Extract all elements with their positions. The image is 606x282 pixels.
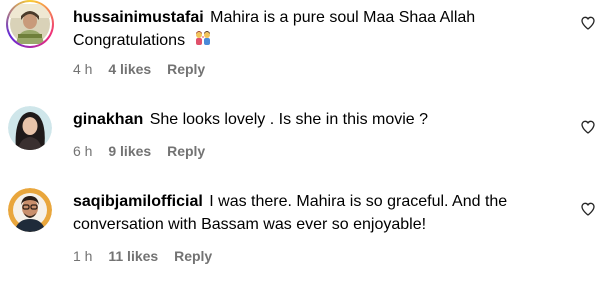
comment-body: hussainimustafai Mahira is a pure soul M… <box>73 6 573 52</box>
heart-outline-icon[interactable] <box>580 15 596 31</box>
comment-item: saqibjamilofficial I was there. Mahira i… <box>0 184 606 282</box>
avatar[interactable] <box>8 188 52 232</box>
comment-username[interactable]: hussainimustafai <box>73 9 204 26</box>
comment-body: saqibjamilofficial I was there. Mahira i… <box>73 190 573 236</box>
comment-time: 1 h <box>73 248 93 264</box>
reply-button[interactable]: Reply <box>174 248 212 264</box>
avatar-image <box>8 188 52 232</box>
reply-button[interactable]: Reply <box>167 61 205 77</box>
avatar[interactable] <box>8 106 52 150</box>
couple-emoji-icon <box>194 29 212 52</box>
comment-meta: 4 h 4 likes Reply <box>73 60 217 78</box>
reply-button[interactable]: Reply <box>167 143 205 159</box>
comment-meta: 6 h 9 likes Reply <box>73 142 217 160</box>
comment-time: 4 h <box>73 61 93 77</box>
comment-text: She looks lovely . Is she in this movie … <box>149 111 429 128</box>
avatar-story-ring[interactable] <box>6 0 54 48</box>
comment-body: ginakhan She looks lovely . Is she in th… <box>73 108 573 131</box>
avatar <box>8 2 52 46</box>
comment-username[interactable]: ginakhan <box>73 111 143 128</box>
avatar-image <box>8 106 52 150</box>
comment-likes[interactable]: 4 likes <box>108 61 151 77</box>
comment-username[interactable]: saqibjamilofficial <box>73 193 203 210</box>
comment-item: hussainimustafai Mahira is a pure soul M… <box>0 0 606 90</box>
comment-item: ginakhan She looks lovely . Is she in th… <box>0 100 606 170</box>
avatar-image <box>10 4 50 44</box>
heart-outline-icon[interactable] <box>580 119 596 135</box>
comment-likes[interactable]: 9 likes <box>108 143 151 159</box>
comment-meta: 1 h 11 likes Reply <box>73 247 224 265</box>
comment-time: 6 h <box>73 143 93 159</box>
comment-likes[interactable]: 11 likes <box>108 248 158 264</box>
heart-outline-icon[interactable] <box>580 201 596 217</box>
